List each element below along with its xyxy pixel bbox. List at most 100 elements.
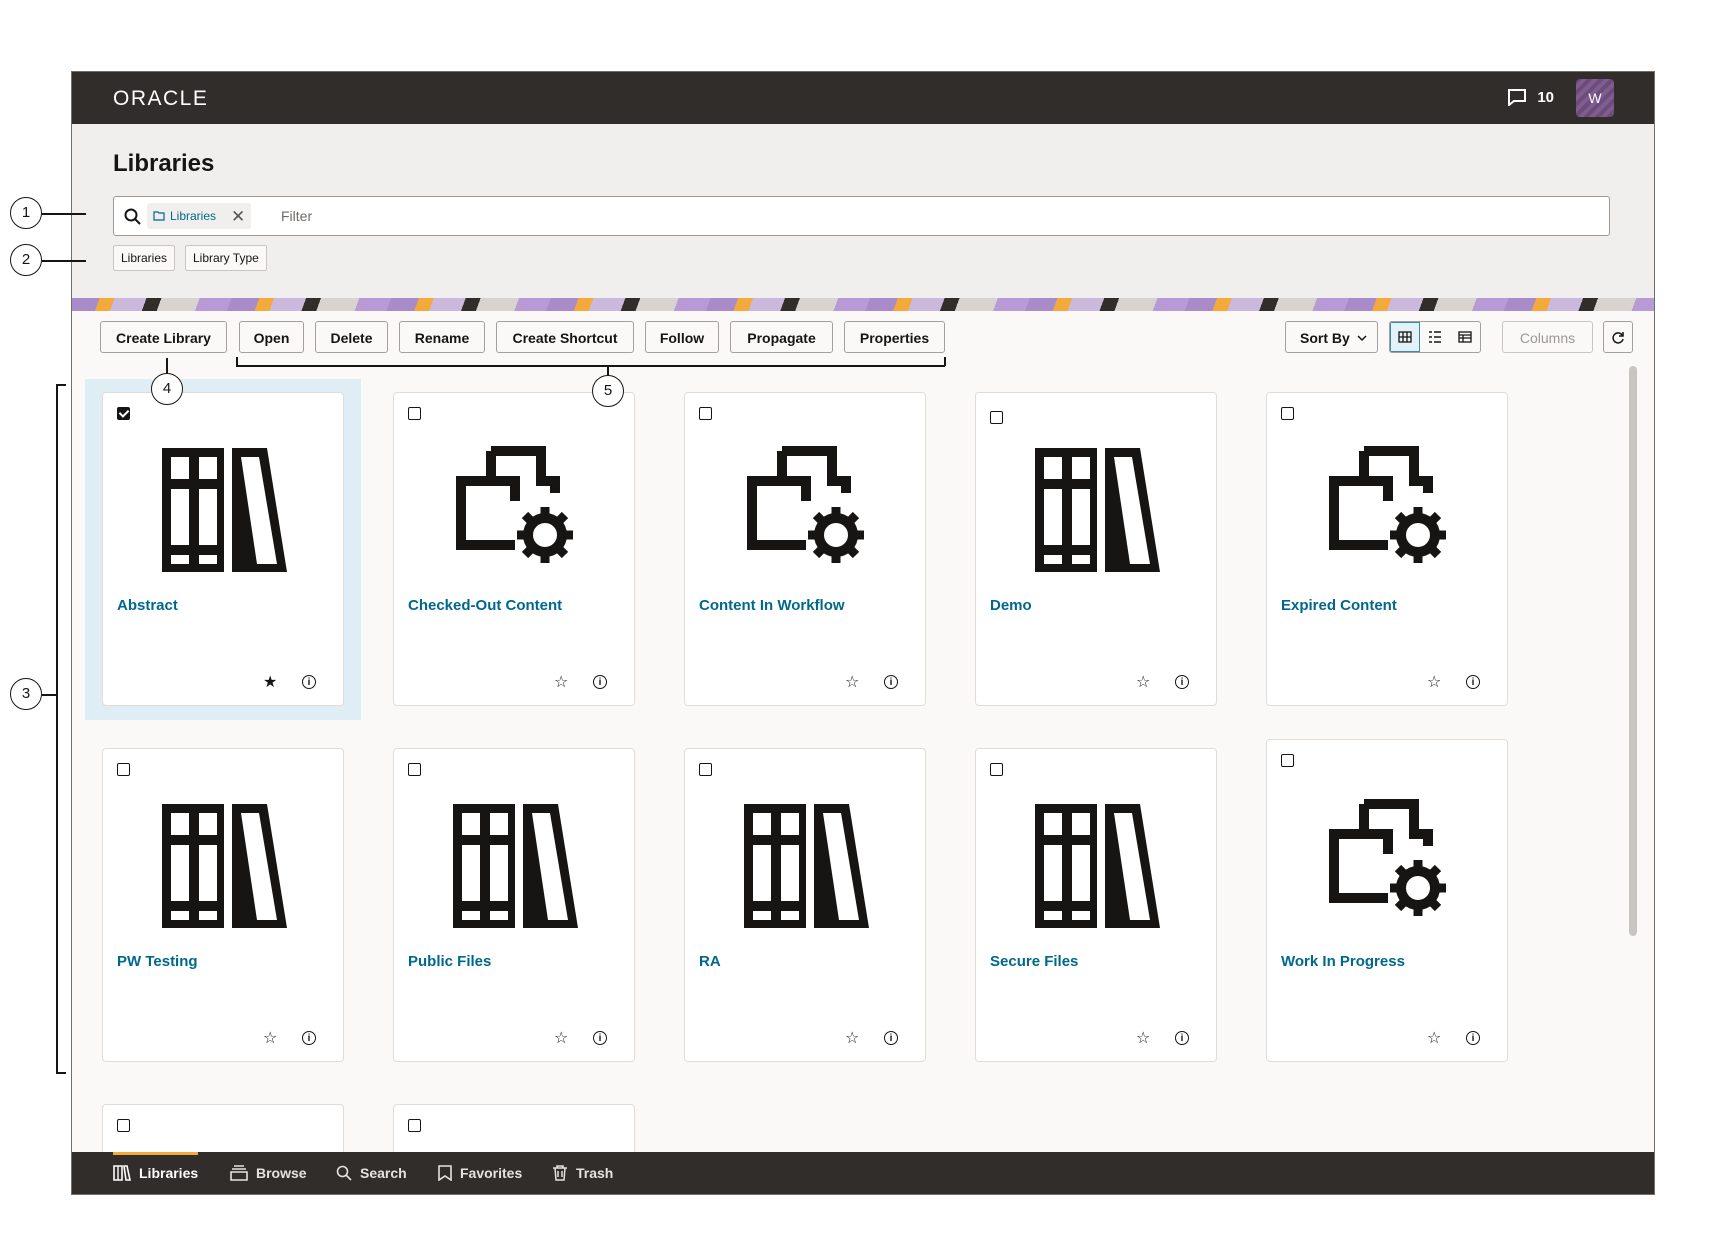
trash-icon	[553, 1165, 567, 1181]
star-outline-icon[interactable]: ☆	[845, 675, 859, 691]
nav-label: Favorites	[460, 1165, 523, 1181]
facet-library-type[interactable]: Library Type	[185, 245, 267, 271]
card-checkbox[interactable]	[408, 407, 421, 420]
card-checkbox[interactable]	[117, 763, 130, 776]
star-outline-icon[interactable]: ☆	[845, 1031, 859, 1047]
columns-button[interactable]: Columns	[1502, 321, 1593, 353]
library-card-ra[interactable]: RA ☆ i	[684, 748, 926, 1062]
callout-1-leader	[42, 213, 86, 215]
card-name[interactable]: Expired Content	[1281, 597, 1397, 614]
filter-chip-label: Libraries	[170, 209, 217, 223]
library-books-icon	[162, 448, 287, 572]
user-avatar[interactable]: W	[1576, 79, 1614, 117]
card-checkbox[interactable]	[117, 407, 130, 420]
grid-view-button[interactable]	[1390, 322, 1420, 352]
card-checkbox[interactable]	[1281, 407, 1294, 420]
table-view-button[interactable]	[1450, 322, 1480, 352]
info-icon[interactable]: i	[302, 1031, 316, 1045]
nav-trash[interactable]: Trash	[552, 1152, 613, 1194]
nav-label: Search	[360, 1165, 407, 1181]
library-card-demo[interactable]: Demo ☆ i	[975, 392, 1217, 706]
list-view-button[interactable]	[1420, 322, 1450, 352]
notifications-button[interactable]: 10	[1507, 88, 1554, 106]
card-checkbox[interactable]	[699, 763, 712, 776]
card-checkbox[interactable]	[408, 763, 421, 776]
create-library-button[interactable]: Create Library	[100, 321, 227, 353]
library-books-icon	[1035, 804, 1160, 928]
info-icon[interactable]: i	[1466, 1031, 1480, 1045]
propagate-button[interactable]: Propagate	[730, 321, 833, 353]
info-icon[interactable]: i	[302, 675, 316, 689]
star-outline-icon[interactable]: ☆	[1427, 1031, 1441, 1047]
star-outline-icon[interactable]: ☆	[263, 1031, 277, 1047]
card-name[interactable]: Public Files	[408, 953, 491, 970]
info-icon[interactable]: i	[593, 675, 607, 689]
star-outline-icon[interactable]: ☆	[554, 1031, 568, 1047]
rename-button[interactable]: Rename	[399, 321, 485, 353]
library-card-checked-out-content[interactable]: Checked-Out Content ☆ i	[393, 392, 635, 706]
callout-3-bracket	[56, 384, 58, 1073]
nav-browse[interactable]: Browse	[230, 1152, 307, 1194]
library-card-secure-files[interactable]: Secure Files ☆ i	[975, 748, 1217, 1062]
facet-libraries[interactable]: Libraries	[113, 245, 176, 271]
card-name[interactable]: Work In Progress	[1281, 953, 1405, 970]
callout-3-bracket-bottom	[56, 1072, 66, 1074]
library-card-abstract[interactable]: Abstract ★ i	[102, 392, 344, 706]
folder-gear-icon	[1329, 799, 1446, 916]
card-checkbox[interactable]	[1281, 754, 1294, 767]
star-outline-icon[interactable]: ☆	[1136, 675, 1150, 691]
card-checkbox[interactable]	[408, 1119, 421, 1132]
callout-1: 1	[10, 197, 42, 229]
message-icon	[1508, 89, 1527, 106]
page-title: Libraries	[113, 150, 215, 177]
library-card-content-in-workflow[interactable]: Content In Workflow ☆ i	[684, 392, 926, 706]
info-icon[interactable]: i	[884, 1031, 898, 1045]
info-icon[interactable]: i	[1175, 1031, 1189, 1045]
callout-5-bracket-right	[944, 357, 946, 366]
card-name[interactable]: Checked-Out Content	[408, 597, 562, 614]
nav-favorites[interactable]: Favorites	[438, 1152, 522, 1194]
card-name[interactable]: Abstract	[117, 597, 178, 614]
scrollbar[interactable]	[1629, 366, 1637, 936]
info-icon[interactable]: i	[884, 675, 898, 689]
library-card-pw-testing[interactable]: PW Testing ☆ i	[102, 748, 344, 1062]
callout-4: 4	[151, 373, 183, 405]
refresh-button[interactable]	[1603, 321, 1633, 353]
sort-by-dropdown[interactable]: Sort By	[1285, 321, 1378, 353]
card-name[interactable]: PW Testing	[117, 953, 198, 970]
open-button[interactable]: Open	[239, 321, 304, 353]
card-checkbox[interactable]	[990, 411, 1003, 424]
close-icon[interactable]: ✕	[231, 208, 245, 225]
folder-icon	[153, 211, 165, 221]
bookmark-star-icon	[438, 1165, 452, 1181]
info-icon[interactable]: i	[1175, 675, 1189, 689]
callout-5-bracket	[236, 365, 945, 367]
info-icon[interactable]: i	[1466, 675, 1480, 689]
library-card-public-files[interactable]: Public Files ☆ i	[393, 748, 635, 1062]
info-icon[interactable]: i	[593, 1031, 607, 1045]
filter-bar[interactable]: Libraries ✕ Filter	[113, 196, 1610, 236]
nav-search[interactable]: Search	[336, 1152, 407, 1194]
follow-button[interactable]: Follow	[645, 321, 719, 353]
star-outline-icon[interactable]: ☆	[554, 675, 568, 691]
library-card-work-in-progress[interactable]: Work In Progress ☆ i	[1266, 739, 1508, 1062]
card-checkbox[interactable]	[699, 407, 712, 420]
card-checkbox[interactable]	[117, 1119, 130, 1132]
star-outline-icon[interactable]: ☆	[1136, 1031, 1150, 1047]
card-name[interactable]: Demo	[990, 597, 1032, 614]
create-shortcut-button[interactable]: Create Shortcut	[496, 321, 634, 353]
card-name[interactable]: RA	[699, 953, 721, 970]
app-window: ORACLE 10 W Libraries Libraries ✕ Filter…	[71, 71, 1655, 1195]
filter-chip-libraries[interactable]: Libraries ✕	[147, 203, 252, 229]
delete-button[interactable]: Delete	[315, 321, 388, 353]
library-card-expired-content[interactable]: Expired Content ☆ i	[1266, 392, 1508, 706]
properties-button[interactable]: Properties	[844, 321, 945, 353]
star-filled-icon[interactable]: ★	[263, 675, 277, 691]
bottom-navigation: Libraries Browse Search Favorites Trash	[72, 1152, 1654, 1194]
nav-libraries[interactable]: Libraries	[113, 1152, 199, 1194]
card-name[interactable]: Secure Files	[990, 953, 1078, 970]
filter-input[interactable]: Filter	[281, 208, 312, 224]
card-name[interactable]: Content In Workflow	[699, 597, 845, 614]
star-outline-icon[interactable]: ☆	[1427, 675, 1441, 691]
card-checkbox[interactable]	[990, 763, 1003, 776]
